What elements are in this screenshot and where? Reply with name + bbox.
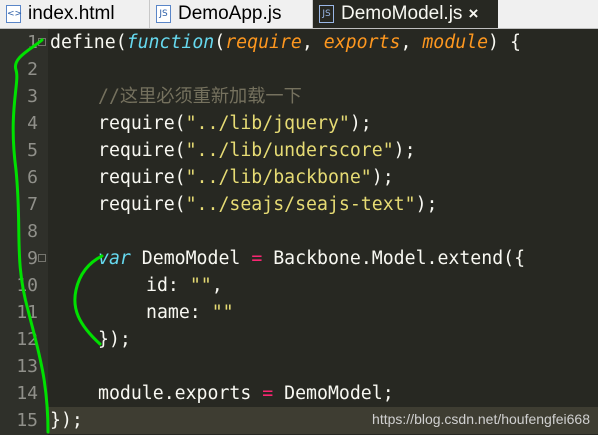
code-line-5: require("../lib/underscore"); [98,137,416,164]
code-token: name: [146,302,212,323]
tab-bar: <> index.html JS DemoApp.js JS DemoModel… [0,0,598,29]
html-file-icon: <> [6,5,22,23]
string-token: "../lib/jquery" [185,113,350,134]
code-token: ); [415,194,438,215]
line-number: 8 [27,221,38,242]
string-token: "" [211,302,234,323]
code-line-10: id: "", [146,272,223,299]
close-icon[interactable]: × [468,4,478,24]
line-number: 4 [27,113,38,134]
line-number: 6 [27,167,38,188]
line-number: 13 [16,356,38,377]
code-line-11: name: "" [146,299,234,326]
code-line-14: module.exports = DemoModel; [98,380,394,407]
line-number: 9 [27,248,38,269]
fold-marker-icon[interactable] [38,38,46,46]
code-token: , [211,275,223,296]
code-token: ( [214,32,226,53]
param-token: require [225,32,302,53]
code-token: require( [98,140,186,161]
keyword-token: function [126,32,215,53]
tab-demoapp-js[interactable]: JS DemoApp.js [150,0,313,28]
watermark-text: https://blog.csdn.net/houfengfei668 [372,411,590,427]
code-line-7: require("../seajs/seajs-text"); [98,191,437,218]
code-token: Backbone.Model.extend({ [262,248,526,269]
line-number: 5 [27,140,38,161]
code-token: ); [371,167,394,188]
code-token: id: [146,275,190,296]
operator-token: = [251,248,263,269]
line-number: 3 [27,86,38,107]
string-token: "" [189,275,212,296]
line-number: 14 [16,383,38,404]
code-token: , [301,32,324,53]
line-number: 2 [27,59,38,80]
code-token: ); [393,140,416,161]
tab-label: DemoModel.js [341,3,463,24]
code-line-9: var DemoModel = Backbone.Model.extend({ [98,245,525,272]
js-file-icon: JS [319,5,334,23]
line-number: 7 [27,194,38,215]
code-token: }); [50,410,83,431]
line-number: 12 [16,329,38,350]
code-token: require( [98,113,186,134]
operator-token: = [262,383,274,404]
code-token: require( [98,167,186,188]
code-token: DemoModel; [273,383,394,404]
code-token: define( [50,32,127,53]
line-number: 15 [16,410,38,431]
keyword-token: var [98,248,131,269]
tab-label: index.html [28,3,115,24]
line-number: 10 [16,275,38,296]
line-number-gutter: 1 2 3 4 5 6 7 8 9 10 11 12 13 14 15 [0,29,48,435]
code-token: ); [349,113,372,134]
string-token: "../seajs/seajs-text" [185,194,416,215]
line-number: 1 [27,32,38,53]
tab-label: DemoApp.js [178,3,282,24]
comment-token: //这里必须重新加载一下 [98,86,302,107]
param-token: exports [323,32,401,53]
code-line-3: //这里必须重新加载一下 [98,83,302,110]
tab-index-html[interactable]: <> index.html [0,0,150,28]
tab-demomodel-js[interactable]: JS DemoModel.js × [313,0,498,28]
string-token: "../lib/backbone" [185,167,372,188]
code-line-6: require("../lib/backbone"); [98,164,394,191]
code-token: module.exports [98,383,263,404]
code-token: DemoModel [130,248,252,269]
code-token: require( [98,194,186,215]
line-number: 11 [16,302,38,323]
fold-marker-icon[interactable] [38,254,46,262]
string-token: "../lib/underscore" [185,140,394,161]
js-file-icon: JS [156,5,171,23]
code-line-12: }); [98,326,131,353]
code-token: }); [98,329,131,350]
code-line-4: require("../lib/jquery"); [98,110,372,137]
code-token: , [400,32,423,53]
param-token: module [422,32,489,53]
code-token: ) { [488,32,521,53]
code-line-1: define(function(require, exports, module… [50,29,521,56]
